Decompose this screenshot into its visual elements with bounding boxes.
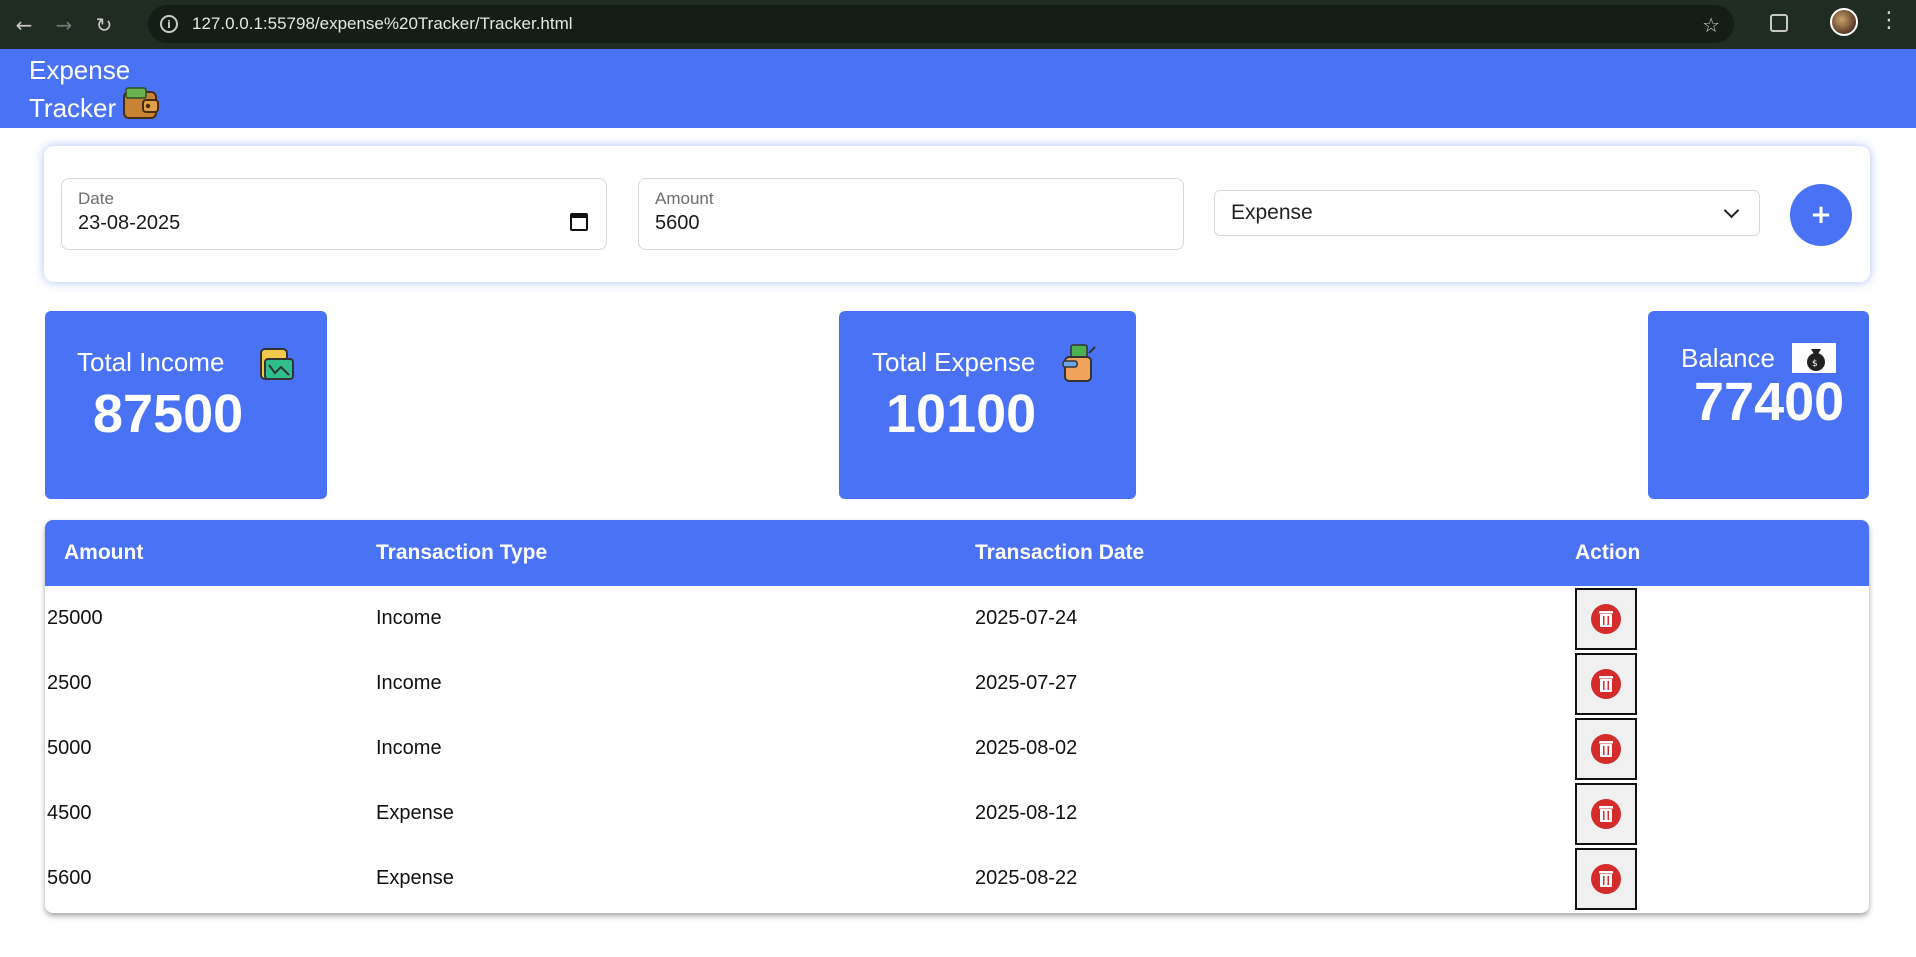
calendar-icon[interactable] <box>570 213 588 231</box>
row-amount: 5000 <box>47 737 92 759</box>
extensions-icon[interactable] <box>1764 8 1794 38</box>
row-amount: 5600 <box>47 867 92 889</box>
date-label: Date <box>78 189 114 208</box>
transaction-form: Date 23-08-2025 Amount 5600 Expense + <box>44 146 1870 282</box>
header-transaction-type: Transaction Type <box>376 541 548 564</box>
money-bag-icon: $ <box>1792 343 1836 373</box>
row-date: 2025-08-22 <box>975 867 1078 889</box>
wallet-money-icon <box>1062 344 1096 382</box>
amount-label: Amount <box>655 189 714 208</box>
total-income-value: 87500 <box>93 384 244 444</box>
row-amount: 4500 <box>47 802 92 824</box>
trash-icon <box>1591 798 1621 829</box>
total-expense-card: Total Expense 10100 <box>839 311 1136 499</box>
site-info-icon[interactable]: i <box>160 15 178 33</box>
row-amount: 25000 <box>47 607 103 629</box>
svg-text:$: $ <box>1812 359 1818 369</box>
header-amount: Amount <box>64 541 144 564</box>
total-income-card: Total Income 87500 <box>45 311 327 499</box>
delete-button[interactable] <box>1575 782 1637 845</box>
trash-icon <box>1591 603 1621 634</box>
date-value[interactable]: 23-08-2025 <box>78 212 180 235</box>
url-text: 127.0.0.1:55798/expense%20Tracker/Tracke… <box>192 14 573 33</box>
browser-toolbar: ← → ↻ i 127.0.0.1:55798/expense%20Tracke… <box>0 0 1916 49</box>
header-transaction-date: Transaction Date <box>975 541 1145 564</box>
delete-button[interactable] <box>1575 587 1637 650</box>
trash-icon <box>1591 668 1621 699</box>
table-row: 5000 Income 2025-08-02 <box>45 716 1869 781</box>
header-action: Action <box>1575 541 1641 564</box>
date-field[interactable]: Date 23-08-2025 <box>61 178 607 250</box>
balance-value: 77400 <box>1694 372 1845 432</box>
table-header-row: Amount Transaction Type Transaction Date… <box>45 520 1869 586</box>
app-title-line1: Expense <box>29 55 131 85</box>
kebab-menu-icon[interactable]: ⋮ <box>1878 8 1900 33</box>
row-amount: 2500 <box>47 672 92 694</box>
bookmark-star-icon[interactable]: ☆ <box>1702 13 1720 37</box>
total-expense-value: 10100 <box>886 384 1037 444</box>
app-title-line2: Tracker <box>29 93 117 123</box>
amount-value[interactable]: 5600 <box>655 212 700 235</box>
row-date: 2025-08-02 <box>975 737 1078 759</box>
row-type: Income <box>376 672 442 694</box>
reload-icon[interactable]: ↻ <box>84 5 124 45</box>
app-header: Expense Tracker <box>0 49 1916 128</box>
table-row: 4500 Expense 2025-08-12 <box>45 781 1869 846</box>
delete-button[interactable] <box>1575 652 1637 715</box>
balance-card: Balance $ 77400 <box>1648 311 1869 499</box>
total-income-title: Total Income <box>77 347 225 377</box>
table-row: 25000 Income 2025-07-24 <box>45 586 1869 651</box>
row-type: Expense <box>376 867 454 889</box>
table-row: 5600 Expense 2025-08-22 <box>45 846 1869 911</box>
chevron-down-icon <box>1723 202 1740 219</box>
row-type: Income <box>376 607 442 629</box>
delete-button[interactable] <box>1575 847 1637 910</box>
money-icon <box>260 348 294 380</box>
app-title: Expense Tracker <box>29 51 130 127</box>
transaction-type-select[interactable]: Expense <box>1214 190 1760 236</box>
total-expense-title: Total Expense <box>872 347 1036 377</box>
row-date: 2025-08-12 <box>975 802 1078 824</box>
delete-button[interactable] <box>1575 717 1637 780</box>
forward-arrow-icon[interactable]: → <box>44 5 84 45</box>
transaction-type-value: Expense <box>1231 201 1313 224</box>
table-row: 2500 Income 2025-07-27 <box>45 651 1869 716</box>
balance-title: Balance <box>1681 343 1775 373</box>
back-arrow-icon[interactable]: ← <box>4 5 44 45</box>
row-date: 2025-07-27 <box>975 672 1078 694</box>
address-bar[interactable]: i 127.0.0.1:55798/expense%20Tracker/Trac… <box>148 5 1734 43</box>
row-type: Income <box>376 737 442 759</box>
wallet-icon <box>123 87 159 119</box>
trash-icon <box>1591 863 1621 894</box>
row-type: Expense <box>376 802 454 824</box>
transactions-table: Amount Transaction Type Transaction Date… <box>45 520 1869 913</box>
add-transaction-button[interactable]: + <box>1790 184 1852 246</box>
row-date: 2025-07-24 <box>975 607 1078 629</box>
amount-field[interactable]: Amount 5600 <box>638 178 1184 250</box>
profile-avatar[interactable] <box>1830 8 1858 36</box>
trash-icon <box>1591 733 1621 764</box>
